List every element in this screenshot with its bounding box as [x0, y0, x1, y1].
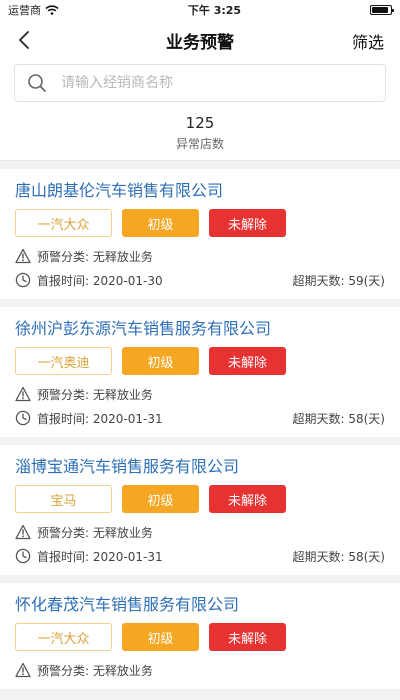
status-tag: 未解除: [209, 209, 286, 237]
clock-icon: [15, 548, 31, 564]
status-right: [369, 5, 394, 15]
warning-triangle-icon: [15, 524, 31, 540]
dealer-name: 徐州沪彭东源汽车销售服务有限公司: [15, 319, 272, 338]
date-row: 首报时间: 2020-01-31 超期天数: 58(天): [15, 407, 385, 429]
brand-tag: 宝马: [15, 485, 112, 513]
level-tag: 初级: [122, 485, 199, 513]
tag-row: 一汽大众 初级 未解除: [15, 623, 385, 653]
level-tag: 初级: [122, 623, 199, 651]
warning-triangle-icon: [15, 386, 31, 402]
date-row: 首报时间: 2020-01-31 超期天数: 58(天): [15, 545, 385, 567]
status-bar: 运营商 下午 3:25: [0, 0, 400, 20]
warning-category: 预警分类: 无释放业务: [37, 387, 153, 402]
warning-card[interactable]: 徐州沪彭东源汽车销售服务有限公司 一汽奥迪 初级 未解除 预警分类: 无释放业务…: [0, 307, 400, 437]
tag-row: 一汽奥迪 初级 未解除: [15, 347, 385, 377]
warning-triangle-icon: [15, 248, 31, 264]
status-time: 下午 3:25: [187, 4, 242, 17]
category-row: 预警分类: 无释放业务: [15, 659, 385, 681]
warning-list: 唐山朗基伦汽车销售有限公司 一汽大众 初级 未解除 预警分类: 无释放业务 首报…: [0, 169, 400, 689]
warning-triangle-icon: [15, 662, 31, 678]
status-tag: 未解除: [209, 485, 286, 513]
filter-button[interactable]: 筛选: [352, 29, 384, 53]
page-title: 业务预警: [166, 32, 234, 53]
tag-row: 一汽大众 初级 未解除: [15, 209, 385, 239]
battery-fill: [371, 7, 389, 13]
warning-card[interactable]: 唐山朗基伦汽车销售有限公司 一汽大众 初级 未解除 预警分类: 无释放业务 首报…: [0, 169, 400, 299]
search-section: [0, 60, 400, 102]
search-icon: [28, 74, 46, 92]
dealer-name: 淄博宝通汽车销售服务有限公司: [15, 457, 240, 476]
warning-card[interactable]: 怀化春茂汽车销售服务有限公司 一汽大众 初级 未解除 预警分类: 无释放业务: [0, 583, 400, 689]
overdue-days: 超期天数: 58(天): [292, 549, 386, 564]
category-row: 预警分类: 无释放业务: [15, 521, 385, 543]
abnormal-store-count: 125: [185, 114, 215, 132]
nav-bar: 业务预警 筛选: [0, 20, 400, 60]
dealer-name: 唐山朗基伦汽车销售有限公司: [15, 181, 224, 200]
dealer-name: 怀化春茂汽车销售服务有限公司: [15, 595, 240, 614]
date-row: 首报时间: 2020-01-30 超期天数: 59(天): [15, 269, 385, 291]
category-row: 预警分类: 无释放业务: [15, 383, 385, 405]
status-left: 运营商: [8, 2, 59, 18]
warning-category: 预警分类: 无释放业务: [37, 663, 153, 678]
report-date-group: 首报时间: 2020-01-31: [15, 410, 163, 427]
brand-tag: 一汽大众: [15, 209, 112, 237]
status-tag: 未解除: [209, 623, 286, 651]
abnormal-store-label: 异常店数: [175, 137, 224, 151]
search-input[interactable]: [61, 75, 373, 91]
category-row: 预警分类: 无释放业务: [15, 245, 385, 267]
level-tag: 初级: [122, 209, 199, 237]
back-button[interactable]: [12, 28, 36, 52]
clock-icon: [15, 272, 31, 288]
chevron-left-icon: [19, 31, 29, 49]
report-date-group: 首报时间: 2020-01-31: [15, 548, 163, 565]
status-tag: 未解除: [209, 347, 286, 375]
brand-tag: 一汽奥迪: [15, 347, 112, 375]
level-tag: 初级: [122, 347, 199, 375]
overdue-days: 超期天数: 58(天): [292, 411, 386, 426]
search-box[interactable]: [14, 64, 386, 102]
report-date-group: 首报时间: 2020-01-30: [15, 272, 163, 289]
carrier-label: 运营商: [8, 4, 41, 17]
warning-category: 预警分类: 无释放业务: [37, 525, 153, 540]
battery-icon: [369, 5, 394, 15]
report-date: 首报时间: 2020-01-30: [37, 273, 163, 288]
warning-category: 预警分类: 无释放业务: [37, 249, 153, 264]
wifi-icon: [45, 5, 59, 15]
abnormal-store-stat: 125 异常店数: [0, 102, 400, 161]
report-date: 首报时间: 2020-01-31: [37, 411, 163, 426]
clock-icon: [15, 410, 31, 426]
report-date: 首报时间: 2020-01-31: [37, 549, 163, 564]
warning-card[interactable]: 淄博宝通汽车销售服务有限公司 宝马 初级 未解除 预警分类: 无释放业务 首报时…: [0, 445, 400, 575]
tag-row: 宝马 初级 未解除: [15, 485, 385, 515]
overdue-days: 超期天数: 59(天): [292, 273, 386, 288]
brand-tag: 一汽大众: [15, 623, 112, 651]
